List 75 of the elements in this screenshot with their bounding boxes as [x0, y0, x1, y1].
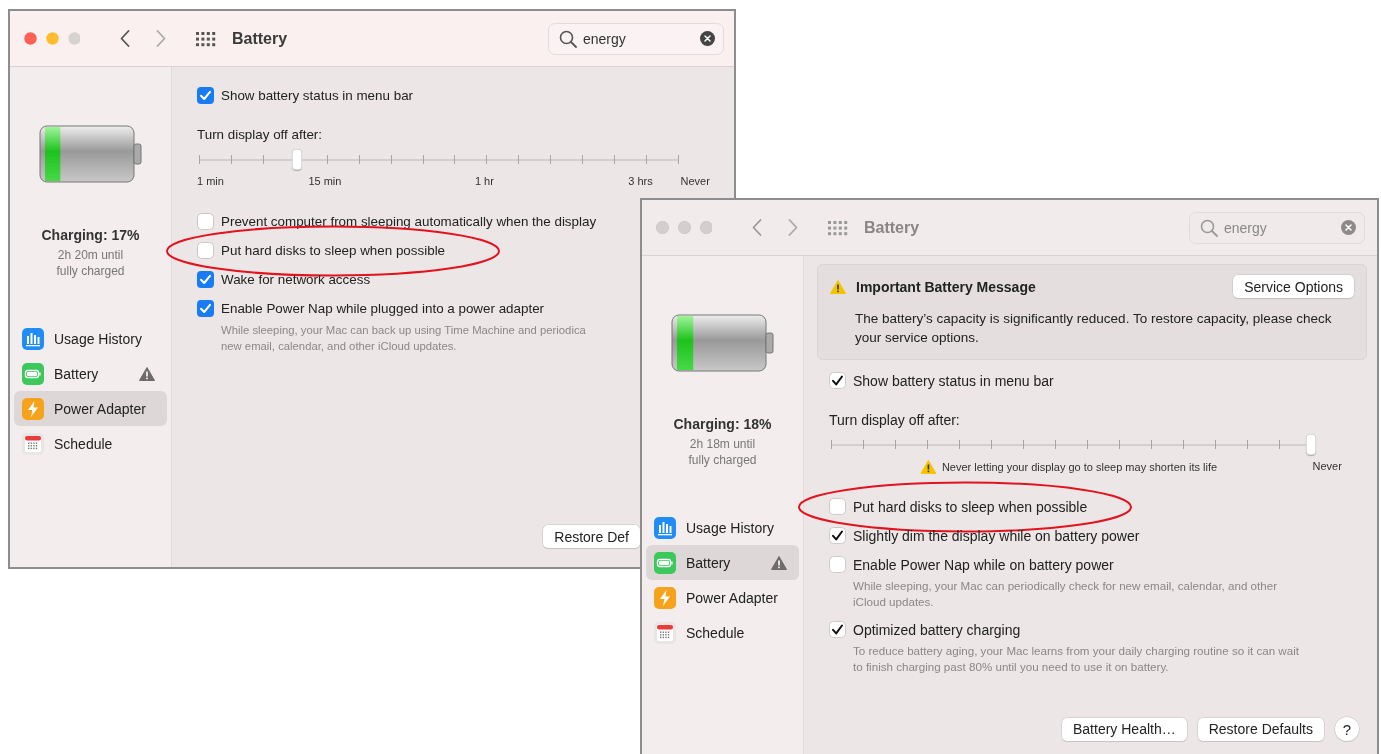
search-field[interactable]: energy [548, 22, 724, 55]
checkbox-label: Prevent computer from sleeping automatically when the display [221, 214, 597, 229]
action-button[interactable]: Restore Defaults [1197, 717, 1324, 741]
checkbox[interactable] [197, 213, 214, 230]
traffic-lights-icon[interactable] [24, 32, 80, 45]
charging-time: 2h 20m until fully charged [55, 247, 126, 279]
checkbox[interactable] [829, 498, 846, 515]
window-title: Battery [232, 29, 288, 48]
battery-icon [22, 362, 44, 385]
sidebar-item[interactable]: Schedule [14, 426, 167, 461]
action-button[interactable]: Restore Def [543, 525, 640, 548]
checkbox-label: Optimized battery charging [853, 621, 1021, 638]
calendar-icon [22, 432, 44, 455]
checkbox[interactable] [197, 300, 214, 317]
checkbox[interactable] [829, 556, 846, 573]
option-description: To reduce battery aging, your Mac learns from your daily charging routine so it can wait to finish charging past 80% until you need to use it on battery. [853, 643, 1300, 675]
battery-icon [654, 551, 676, 574]
option-description: While sleeping, your Mac can back up using Time Machine and periodica new email, calendar, and other iCloud updates. [221, 323, 587, 354]
checkbox-label: Show battery status in menu bar [853, 372, 1054, 389]
slider-tick-label: 1 min [197, 175, 224, 187]
forward-icon[interactable] [156, 30, 166, 47]
sidebar-item[interactable]: Usage History [646, 510, 799, 545]
lightning-icon [22, 397, 44, 420]
service-options-button[interactable]: Service Options [1233, 275, 1354, 298]
slider-label: Turn display off after: [829, 411, 960, 429]
option-description: While sleeping, your Mac can periodically check for new email, calendar, and other iCloud updates. [853, 578, 1279, 610]
window-title: Battery [864, 218, 920, 237]
checkbox[interactable] [829, 621, 846, 638]
slider-thumb[interactable] [1306, 434, 1316, 455]
slider-tick-label: Never [680, 175, 710, 187]
checkbox[interactable] [197, 271, 214, 288]
sidebar-item[interactable]: Power Adapter [14, 391, 167, 426]
checkbox-label: Enable Power Nap while plugged into a power adapter [221, 301, 545, 316]
slider-label: Turn display off after: [197, 126, 323, 144]
slider-tick-label: 3 hrs [628, 175, 653, 187]
help-button[interactable]: ? [1335, 717, 1359, 741]
charging-time: 2h 18m until fully charged [687, 436, 758, 468]
traffic-lights-icon[interactable] [656, 221, 712, 234]
search-icon [1200, 218, 1218, 237]
checkbox-label: Wake for network access [221, 272, 371, 287]
checkbox[interactable] [829, 372, 846, 389]
chart-icon [654, 516, 676, 539]
sidebar-item[interactable]: Usage History [14, 321, 167, 356]
message-title: Important Battery Message [856, 278, 1036, 295]
slider-tick-label: Never [1312, 460, 1342, 472]
lightning-icon [654, 586, 676, 609]
slider-thumb[interactable] [292, 149, 303, 170]
sidebar-item[interactable]: Power Adapter [646, 580, 799, 615]
sidebar-item[interactable]: Battery [14, 356, 167, 391]
search-icon [559, 29, 577, 48]
message-text: The battery’s capacity is significantly reduced. To restore capacity, please check your service options. [855, 310, 1333, 347]
clear-icon[interactable] [700, 31, 715, 46]
warning-icon [830, 279, 846, 294]
warning-text: Never letting your display go to sleep may shorten its life [941, 461, 1218, 473]
checkbox[interactable] [829, 527, 846, 544]
grid-icon[interactable] [196, 30, 216, 47]
checkbox-label: Put hard disks to sleep when possible [853, 498, 1088, 515]
forward-icon[interactable] [788, 219, 798, 236]
checkbox-label: Put hard disks to sleep when possible [221, 243, 446, 258]
sidebar-item[interactable]: Schedule [646, 615, 799, 650]
sidebar-item[interactable]: Battery [646, 545, 799, 580]
charging-status: Charging: 17% [41, 227, 140, 243]
back-icon[interactable] [120, 30, 130, 47]
slider-tick-label: 1 hr [474, 175, 494, 187]
checkbox[interactable] [197, 242, 214, 259]
checkbox-label: Enable Power Nap while on battery power [853, 556, 1114, 573]
checkbox[interactable] [197, 87, 214, 104]
checkbox-label: Show battery status in menu bar [221, 88, 414, 103]
warning-icon [919, 460, 936, 474]
action-button[interactable]: Battery Health… [1062, 717, 1187, 741]
checkbox-label: Slightly dim the display while on battery power [853, 527, 1140, 544]
calendar-icon [654, 621, 676, 644]
chart-icon [22, 327, 44, 350]
slider-tick-label: 15 min [308, 175, 342, 187]
charging-status: Charging: 18% [673, 416, 772, 432]
